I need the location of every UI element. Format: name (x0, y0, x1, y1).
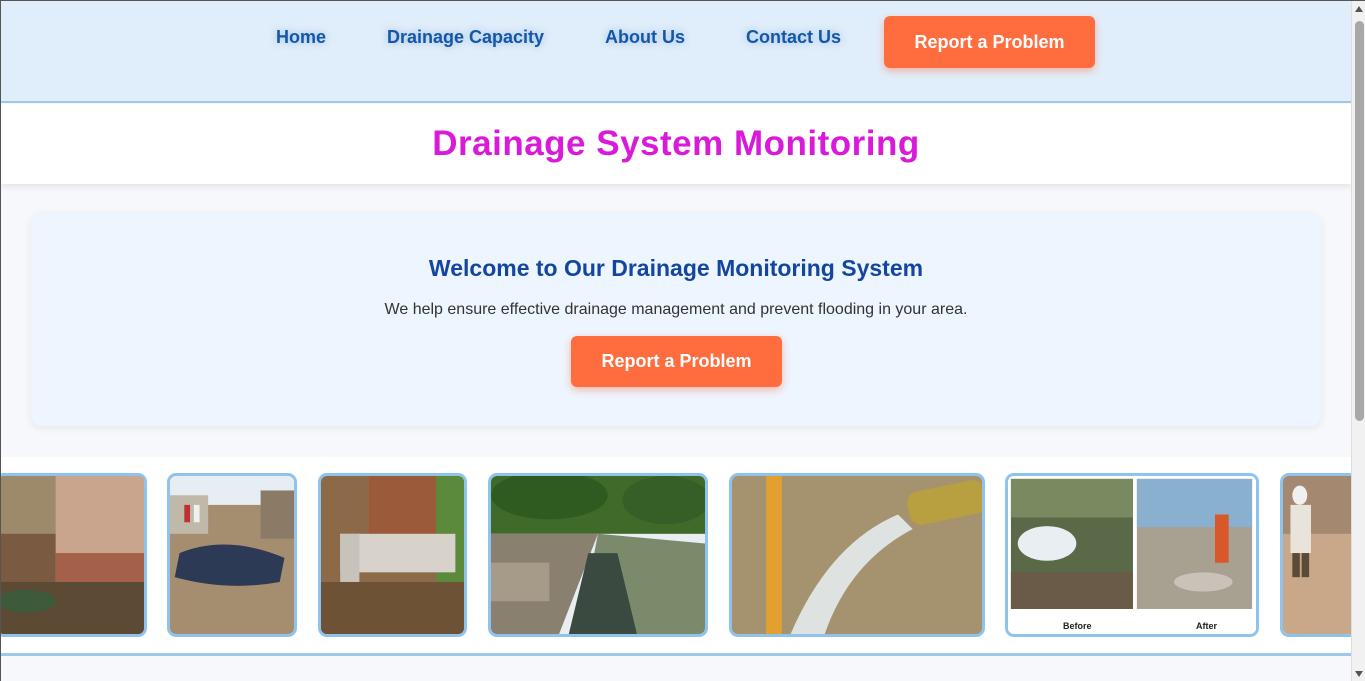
scroll-down-arrow-icon[interactable] (1355, 671, 1363, 677)
welcome-heading: Welcome to Our Drainage Monitoring Syste… (428, 255, 924, 281)
nav-link-about-us[interactable]: About Us (605, 27, 685, 48)
gallery-image-1 (1, 473, 147, 637)
nav-link-contact-us[interactable]: Contact Us (746, 27, 841, 48)
before-label: Before (1063, 621, 1092, 631)
page: Home Drainage Capacity About Us Contact … (1, 1, 1351, 681)
nav-report-problem-button[interactable]: Report a Problem (884, 16, 1095, 68)
top-navigation: Home Drainage Capacity About Us Contact … (1, 1, 1351, 103)
title-bar: Drainage System Monitoring (1, 104, 1351, 184)
welcome-report-problem-button[interactable]: Report a Problem (571, 336, 782, 387)
image-gallery: Before After (1, 457, 1351, 681)
gallery-image-4 (488, 473, 708, 637)
gallery-image-7 (1280, 473, 1351, 637)
scroll-up-arrow-icon[interactable] (1355, 6, 1363, 12)
gallery-image-5 (729, 473, 985, 637)
nav-link-drainage-capacity[interactable]: Drainage Capacity (387, 27, 544, 48)
gallery-image-3 (318, 473, 467, 637)
page-title: Drainage System Monitoring (432, 124, 920, 163)
welcome-text: We help ensure effective drainage manage… (384, 301, 968, 318)
nav-link-home[interactable]: Home (276, 27, 326, 48)
gallery-image-6-before-after: Before After (1005, 473, 1259, 637)
vertical-scrollbar[interactable] (1351, 1, 1365, 681)
after-label: After (1196, 621, 1218, 631)
welcome-card: Welcome to Our Drainage Monitoring Syste… (31, 213, 1321, 426)
gallery-image-2 (167, 473, 297, 637)
lower-section (1, 656, 1351, 681)
scrollbar-thumb[interactable] (1355, 21, 1364, 421)
